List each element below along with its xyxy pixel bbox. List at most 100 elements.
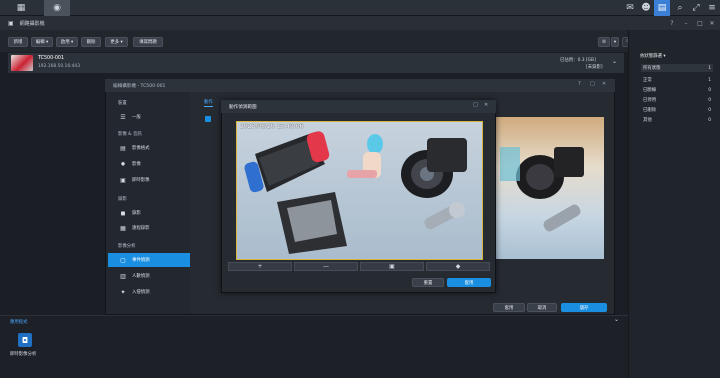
nav-image[interactable]: ✹ 影像 (108, 157, 190, 171)
nav-group-recording: 錄影 (118, 197, 127, 202)
view-dropdown-button[interactable]: ▾ (611, 37, 619, 47)
menu-icon[interactable]: ≡ (704, 0, 720, 16)
chat-icon[interactable]: ✉ (622, 0, 638, 16)
add-region-button[interactable]: + (228, 262, 292, 271)
search-icon[interactable]: ⌕ (672, 0, 688, 16)
event-detection-icon: ▢ (120, 256, 126, 264)
nav-group-device: 裝置 (118, 101, 127, 106)
nav-live-view[interactable]: ▣ 即時影像 (108, 173, 190, 187)
edit-button[interactable]: 編輯 ▾ (31, 37, 53, 47)
nav-people-counting[interactable]: ▥ 人數偵測 (108, 269, 190, 283)
delete-button[interactable]: 刪除 (81, 37, 101, 47)
widgets-icon[interactable]: ▤ (654, 0, 670, 16)
brightness-icon: ✹ (120, 160, 126, 168)
video-analytics-app-icon[interactable]: ◘ (18, 333, 32, 347)
camera-scene (237, 122, 482, 259)
save-button[interactable]: 儲存 (561, 303, 607, 312)
filter-item-label: 正常 (643, 78, 652, 83)
user-icon[interactable]: ☻ (638, 0, 654, 16)
record-icon: ◼ (120, 209, 126, 217)
nav-label: 錄影 (132, 211, 141, 216)
filter-item-label: 所有狀態 (643, 66, 661, 71)
filter-item[interactable]: 正常 1 (641, 76, 713, 84)
filter-item[interactable]: 已刪除 0 (641, 106, 713, 114)
select-all-button[interactable]: ▣ (360, 262, 424, 271)
surveillance-app-button[interactable]: ◉ (44, 0, 70, 16)
nav-label: 遠程錄影 (132, 226, 150, 231)
filter-item[interactable]: 已斷線 0 (641, 86, 713, 94)
people-count-icon: ▥ (120, 272, 126, 280)
filter-item-count: 0 (708, 117, 711, 123)
close-icon[interactable]: ✕ (706, 16, 718, 30)
filter-item-count: 0 (708, 87, 711, 93)
nav-label: 人數偵測 (132, 274, 150, 279)
nav-label: 即時影像 (132, 178, 150, 183)
apps-panel (0, 315, 628, 378)
new-button[interactable]: 新增 (8, 37, 28, 47)
intrusion-icon: ✦ (120, 288, 126, 296)
settings-help-icon[interactable]: ? (578, 81, 581, 87)
filter-item-count: 0 (708, 107, 711, 113)
region-apply-button[interactable]: 套用 (447, 278, 491, 287)
maximize-icon[interactable]: □ (694, 16, 706, 30)
nav-general[interactable]: ☰ 一般 (108, 110, 190, 124)
summary-button[interactable]: 填寫問題 (133, 37, 163, 47)
fullscreen-icon[interactable]: ⤢ (688, 0, 704, 16)
view-list-button[interactable]: ☰ (598, 37, 610, 47)
settings-close-icon[interactable]: ✕ (602, 81, 606, 87)
camera-thumbnail (11, 55, 33, 71)
settings-title: 編輯攝影機 - TC500-001 (105, 79, 615, 92)
collapse-apps-icon[interactable]: ⌄ (614, 316, 619, 323)
taskbar (0, 0, 720, 16)
reset-button[interactable]: 重置 (412, 278, 444, 287)
nav-label: 事件偵測 (132, 258, 150, 263)
filter-item-count: 0 (708, 97, 711, 103)
nav-group-av: 影像 & 音訊 (118, 132, 142, 137)
camera-name: TC500-001 (38, 56, 65, 61)
nav-remote-recording[interactable]: ▦ 遠程錄影 (108, 221, 190, 235)
nav-recording[interactable]: ◼ 錄影 (108, 206, 190, 220)
nav-label: 一般 (132, 115, 141, 120)
app-label: 即時影像分析 (10, 352, 37, 357)
region-maximize-icon[interactable]: □ (473, 102, 478, 108)
nav-label: 入侵偵測 (132, 290, 150, 295)
nav-label: 影像格式 (132, 146, 150, 151)
camera-status: [未錄影] (586, 65, 603, 70)
cancel-button[interactable]: 取消 (527, 303, 557, 312)
filter-item[interactable]: 其他 0 (641, 116, 713, 124)
filter-item-count: 1 (708, 77, 711, 83)
background-camera-preview (492, 117, 604, 259)
remote-record-icon: ▦ (120, 224, 126, 232)
enable-checkbox[interactable] (205, 116, 211, 122)
chevron-down-icon[interactable]: ⌄ (612, 58, 617, 65)
nav-intrusion-detection[interactable]: ✦ 入侵偵測 (108, 285, 190, 299)
region-close-icon[interactable]: ✕ (484, 102, 488, 108)
nav-video-format[interactable]: ▤ 影像格式 (108, 141, 190, 155)
remove-region-button[interactable]: — (294, 262, 358, 271)
help-icon[interactable]: ? (666, 16, 678, 30)
filter-item[interactable]: 已停用 0 (641, 96, 713, 104)
grid-icon: ▦ (16, 3, 26, 13)
camera-app-icon: ◉ (53, 3, 61, 13)
filter-item-label: 已停用 (643, 98, 657, 103)
filter-header[interactable]: 依狀態篩選 ▾ (640, 53, 666, 59)
film-icon: ▤ (120, 144, 126, 152)
settings-maximize-icon[interactable]: □ (590, 81, 595, 87)
settings-title-text: 編輯攝影機 - TC500-001 (113, 83, 166, 89)
camera-preview[interactable]: 2023/08/26 15:49:06 (236, 121, 483, 260)
more-button[interactable]: 更多 ▾ (105, 37, 128, 47)
main-menu-button[interactable]: ▦ (8, 0, 34, 16)
eraser-button[interactable]: ◆ (426, 262, 490, 271)
nav-event-detection[interactable]: ▢ 事件偵測 (108, 253, 190, 267)
minimize-icon[interactable]: – (680, 16, 692, 30)
list-icon: ☰ (120, 113, 126, 121)
filter-item-label: 已刪除 (643, 108, 657, 113)
tab-motion[interactable]: 動作 (204, 99, 213, 107)
region-titlebar: 動作偵測範圍 (221, 100, 496, 113)
enable-button[interactable]: 啟用 ▾ (56, 37, 78, 47)
filter-item[interactable]: 所有狀態 1 (641, 64, 713, 72)
apply-button[interactable]: 套用 (493, 303, 525, 312)
camera-ip: 192.168.50.16:443 (38, 64, 80, 69)
camera-list-row[interactable] (8, 53, 624, 73)
window-titlebar: ▣ 網路攝影機 (0, 16, 720, 30)
